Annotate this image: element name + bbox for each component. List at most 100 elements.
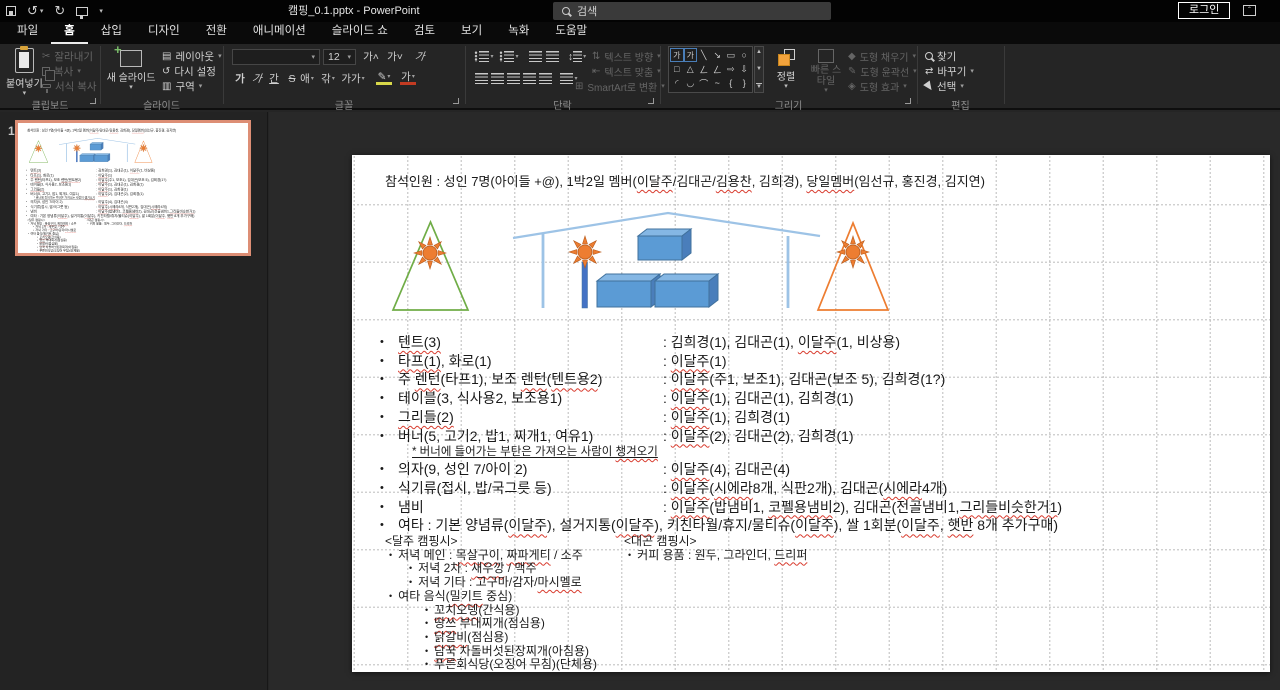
tab-삽입[interactable]: 삽입 (88, 19, 135, 44)
undo-icon[interactable]: ↺▾ (27, 3, 43, 19)
shape-cell-2-3[interactable]: ~ (711, 76, 725, 90)
slide[interactable]: 참석인원 : 성인 7명(아이들 +@), 1박2일 멤버(이달주/김대곤/김용… (352, 155, 1270, 672)
shape-cell-2-5[interactable]: } (738, 76, 752, 90)
equipment-list[interactable]: •텐트(3): 김희경(1), 김대곤(1), 이달주(1, 비상용)•타프(1… (378, 333, 1258, 535)
box-bottom-left-shape (80, 154, 96, 162)
shape-cell-0-2[interactable]: ╲ (697, 48, 711, 62)
replace-button[interactable]: ⇄바꾸기▾ (925, 64, 974, 78)
section-button[interactable]: ▥구역▾ (162, 79, 202, 93)
slide-thumbnail[interactable]: 참석인원 : 성인 7명(아이들 +@), 1박2일 멤버(이달주/김대곤/김용… (15, 120, 251, 256)
daegon-camping-section[interactable]: <대곤 캠핑시>•커피 용품 : 원두, 그라인더, 드리퍼 (624, 535, 807, 562)
shapes-gallery-scrollbar[interactable]: ▲ ▼ ▼ (754, 46, 764, 93)
login-button[interactable]: 로그인 (1178, 2, 1230, 19)
equipment-list[interactable]: •텐트(3): 김희경(1), 김대곤(1), 이달주(1, 비상용)•타프(1… (25, 168, 244, 218)
bullets-button[interactable]: ▾ (473, 49, 495, 64)
daegon-camping-section[interactable]: <대곤 캠핑시>•커피 용품 : 원두, 그라인더, 드리퍼 (87, 218, 133, 225)
shape-cell-0-3[interactable]: ↘ (711, 48, 725, 62)
text-direction-button: ⇅텍스트 방향▾ (592, 49, 661, 63)
save-icon[interactable] (6, 6, 16, 16)
editing-group-label: 편집 (917, 97, 1004, 112)
tab-보기[interactable]: 보기 (448, 19, 495, 44)
tab-슬라이드 쇼[interactable]: 슬라이드 쇼 (319, 19, 401, 44)
kerning-button[interactable]: 가가▾ (341, 71, 365, 86)
clipboard-dialog-launcher[interactable] (90, 98, 96, 104)
align-left-button[interactable] (473, 71, 489, 86)
slide-group-label: 슬라이드 (100, 97, 223, 112)
shape-cell-1-3[interactable]: ㄥ (711, 62, 725, 76)
shape-cell-1-1[interactable]: △ (684, 62, 698, 76)
quick-styles-icon (818, 49, 834, 63)
shape-cell-0-0[interactable]: 가 (670, 48, 684, 62)
shape-cell-2-4[interactable]: { (724, 76, 738, 90)
search-box[interactable]: 검색 (553, 2, 831, 20)
tarp-roof-shape (513, 213, 820, 308)
attendees-header[interactable]: 참석인원 : 성인 7명(아이들 +@), 1박2일 멤버(이달주/김대곤/김용… (385, 171, 985, 190)
clipboard-group-label: 클립보드 (0, 97, 100, 112)
text-highlight-button[interactable]: ✎▾ (376, 71, 392, 85)
editing-canvas[interactable]: 참석인원 : 성인 7명(아이들 +@), 1박2일 멤버(이달주/김대곤/김용… (269, 112, 1280, 690)
redo-icon[interactable]: ↻ (54, 3, 65, 19)
font-size-select[interactable]: 12▾ (323, 49, 356, 65)
tree-left-shape (393, 222, 468, 310)
increase-indent-button[interactable] (544, 49, 560, 64)
tab-홈[interactable]: 홈 (51, 19, 88, 44)
find-icon (925, 52, 933, 60)
shape-cell-0-4[interactable]: ▭ (724, 48, 738, 62)
shape-cell-2-0[interactable]: ◜ (670, 76, 684, 90)
shape-cell-0-1[interactable]: 가 (684, 48, 698, 62)
drawing-dialog-launcher[interactable] (905, 98, 911, 104)
find-button[interactable]: 찾기 (925, 49, 956, 63)
select-button[interactable]: 선택▾ (925, 79, 964, 93)
justify-button[interactable] (521, 71, 537, 86)
paragraph-dialog-launcher[interactable] (648, 98, 654, 104)
tab-도움말[interactable]: 도움말 (542, 19, 600, 44)
clear-formatting-button[interactable]: 가 (412, 49, 428, 64)
arrange-button[interactable]: 정렬 ▾ (768, 46, 804, 89)
layout-button[interactable]: ▤레이아웃▾ (162, 49, 222, 63)
daljoo-camping-section[interactable]: <달주 캠핑시>•저녁 메인 : 목살구이, 짜파게티 / 소주•저녁 2차 :… (27, 218, 80, 252)
daljoo-camping-section[interactable]: <달주 캠핑시>•저녁 메인 : 목살구이, 짜파게티 / 소주•저녁 2차 :… (385, 535, 597, 672)
tab-녹화[interactable]: 녹화 (495, 19, 542, 44)
reset-button[interactable]: ↺다시 설정 (162, 64, 216, 78)
font-dialog-launcher[interactable] (453, 98, 459, 104)
paste-button[interactable]: 붙여넣기 ▾ (6, 46, 43, 96)
shape-cell-1-4[interactable]: ⇨ (724, 62, 738, 76)
shapes-gallery[interactable]: 가가╲↘▭○□△ㄥㄥ⇨⇩◜◡⌒~{} (668, 46, 753, 93)
font-name-select[interactable]: ▾ (232, 49, 320, 65)
attendees-header[interactable]: 참석인원 : 성인 7명(아이들 +@), 1박2일 멤버(이달주/김대곤/김용… (27, 128, 176, 133)
decrease-indent-button[interactable] (527, 49, 543, 64)
shape-cell-2-1[interactable]: ◡ (684, 76, 698, 90)
decrease-font-button[interactable]: 가˅ (384, 49, 406, 64)
tab-검토[interactable]: 검토 (401, 19, 448, 44)
italic-button[interactable]: 가 (248, 71, 266, 86)
tab-디자인[interactable]: 디자인 (135, 19, 193, 44)
align-center-button[interactable] (489, 71, 505, 86)
increase-font-button[interactable]: 가˄ (360, 49, 382, 64)
ribbon-display-options-icon[interactable]: ˆ (1243, 5, 1256, 16)
customize-qat-icon[interactable]: ▾ (99, 7, 103, 15)
shape-cell-2-2[interactable]: ⌒ (697, 76, 711, 90)
shape-cell-1-2[interactable]: ㄥ (697, 62, 711, 76)
tab-전환[interactable]: 전환 (193, 19, 240, 44)
new-slide-button[interactable]: 새 슬라이드 ▾ (104, 46, 158, 90)
tab-애니메이션[interactable]: 애니메이션 (240, 19, 319, 44)
bold-button[interactable]: 가 (232, 71, 248, 86)
tab-파일[interactable]: 파일 (4, 19, 51, 44)
shape-cell-1-0[interactable]: □ (670, 62, 684, 76)
lantern-sun-icon (73, 144, 81, 152)
character-spacing-button[interactable]: 애▾ (299, 71, 315, 86)
strikethrough-button[interactable]: S (284, 71, 300, 86)
align-right-button[interactable] (505, 71, 521, 86)
align-text-icon: ⇤ (592, 66, 600, 77)
convert-smartart-button: ⊞SmartArt로 변환▾ (575, 79, 665, 93)
numbering-button[interactable]: ▾ (498, 49, 520, 64)
distribute-button[interactable] (537, 71, 553, 86)
shape-cell-1-5[interactable]: ⇩ (738, 62, 752, 76)
start-slideshow-icon[interactable] (76, 7, 88, 16)
change-case-button[interactable]: 갂▾ (320, 71, 336, 86)
equipment-row: •타프(1), 화로(1): 이달주(1) (378, 352, 1258, 371)
font-color-button[interactable]: 가▾ (400, 71, 416, 85)
underline-button[interactable]: 간 (266, 71, 282, 86)
line-spacing-button[interactable]: ↕▾ (565, 49, 589, 64)
shape-cell-0-5[interactable]: ○ (738, 48, 752, 62)
